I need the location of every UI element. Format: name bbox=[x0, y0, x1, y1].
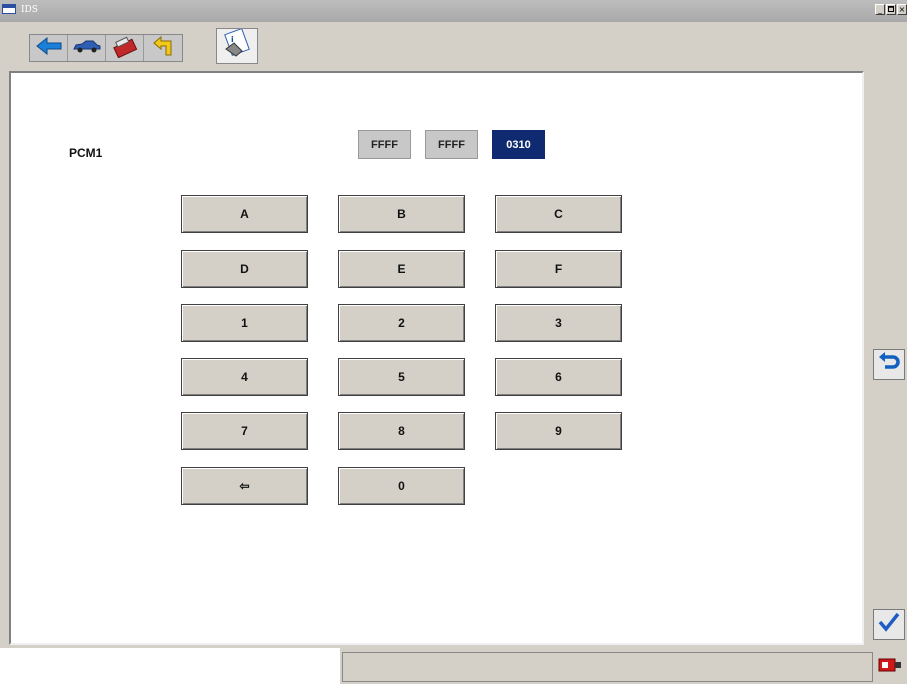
module-label: PCM1 bbox=[69, 146, 103, 160]
status-area-left bbox=[0, 648, 340, 684]
undo-arrow-icon bbox=[878, 352, 900, 377]
check-icon bbox=[878, 612, 900, 637]
key-e[interactable]: E bbox=[338, 250, 465, 288]
code-field-1[interactable]: FFFF bbox=[358, 130, 411, 159]
key-9[interactable]: 9 bbox=[495, 412, 622, 450]
key-2[interactable]: 2 bbox=[338, 304, 465, 342]
key-0[interactable]: 0 bbox=[338, 467, 465, 505]
key-6[interactable]: 6 bbox=[495, 358, 622, 396]
key-8[interactable]: 8 bbox=[338, 412, 465, 450]
key-a[interactable]: A bbox=[181, 195, 308, 233]
confirm-button[interactable] bbox=[873, 609, 905, 640]
key-7[interactable]: 7 bbox=[181, 412, 308, 450]
title-bar: IDS _ × bbox=[0, 0, 907, 22]
undo-button[interactable] bbox=[873, 349, 905, 380]
vehicle-icon bbox=[72, 38, 102, 59]
back-button[interactable] bbox=[30, 35, 68, 61]
status-bar bbox=[342, 652, 873, 682]
key-1[interactable]: 1 bbox=[181, 304, 308, 342]
key-c[interactable]: C bbox=[495, 195, 622, 233]
key-4[interactable]: 4 bbox=[181, 358, 308, 396]
backspace-key[interactable]: ⇦ bbox=[181, 467, 308, 505]
svg-text:i: i bbox=[231, 35, 234, 44]
toolbar: i bbox=[0, 22, 907, 66]
code-field-3[interactable]: 0310 bbox=[492, 130, 545, 159]
close-button[interactable]: × bbox=[897, 4, 907, 15]
main-panel: PCM1 FFFF FFFF 0310 A B C D E F 1 2 3 4 … bbox=[9, 71, 864, 645]
toolbox-icon bbox=[111, 34, 139, 63]
key-b[interactable]: B bbox=[338, 195, 465, 233]
window-controls: _ × bbox=[875, 4, 907, 15]
hand-note-icon: i bbox=[222, 27, 252, 64]
code-field-2[interactable]: FFFF bbox=[425, 130, 478, 159]
vci-connector-icon bbox=[878, 657, 904, 678]
info-tab-button[interactable]: i bbox=[216, 27, 258, 64]
toolbar-nav-group bbox=[29, 34, 183, 62]
vehicle-button[interactable] bbox=[68, 35, 106, 61]
key-3[interactable]: 3 bbox=[495, 304, 622, 342]
back-arrow-icon bbox=[35, 36, 63, 61]
key-5[interactable]: 5 bbox=[338, 358, 465, 396]
window-title: IDS bbox=[21, 5, 38, 15]
key-f[interactable]: F bbox=[495, 250, 622, 288]
connection-status bbox=[876, 656, 906, 678]
return-arrow-icon bbox=[151, 35, 175, 62]
app-icon bbox=[2, 4, 16, 14]
maximize-button[interactable] bbox=[886, 4, 896, 15]
return-button[interactable] bbox=[144, 35, 182, 61]
toolbox-button[interactable] bbox=[106, 35, 144, 61]
minimize-button[interactable]: _ bbox=[875, 4, 885, 15]
key-d[interactable]: D bbox=[181, 250, 308, 288]
